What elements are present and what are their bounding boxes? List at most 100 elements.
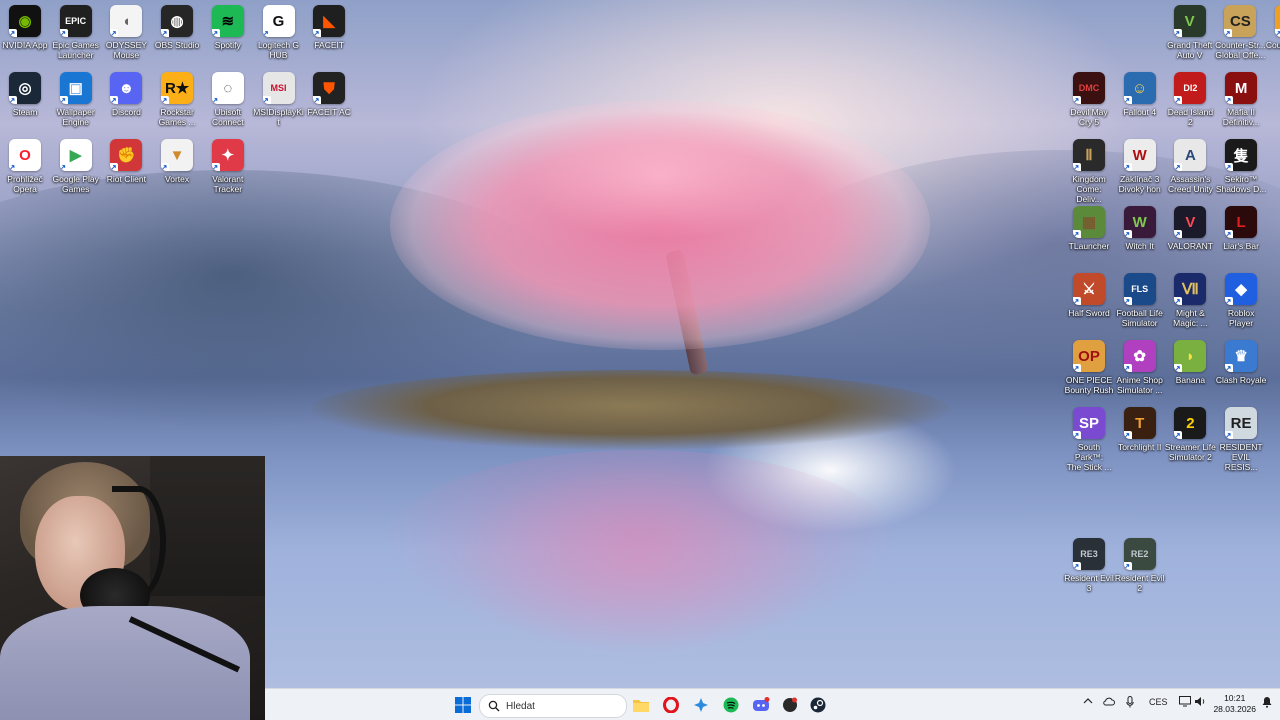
monitor-icon (1179, 696, 1191, 707)
app-icon (783, 697, 797, 712)
taskbar-discord[interactable] (751, 695, 771, 715)
tray-language[interactable]: CES (1149, 697, 1168, 707)
desktop-icon-grand-theft-auto-v[interactable]: V ↗ Grand Theft Auto V (1164, 5, 1216, 60)
desktop-icon-zakl-na-3-divok-hon[interactable]: W ↗ Zaklínač 3 Divoký hon (1114, 139, 1166, 194)
shortcut-arrow-icon: ↗ (211, 96, 220, 104)
desktop-icon-valorant-tracker[interactable]: ✦ ↗ Valorant Tracker (202, 139, 254, 194)
desktop-icon-mafia-ii-definitiv[interactable]: M ↗ Mafia II Definitiv... (1215, 72, 1267, 127)
desktop-icon-logitech-g-hub[interactable]: G ↗ Logitech G HUB (253, 5, 305, 60)
shortcut-arrow-icon: ↗ (1275, 29, 1280, 37)
desktop-icon-label: OBS Studio (154, 40, 200, 50)
desktop-icon-tlauncher[interactable]: ▦ ↗ TLauncher (1063, 206, 1115, 251)
taskbar-app-dark[interactable] (780, 695, 800, 715)
taskbar-spotify[interactable] (721, 695, 741, 715)
desktop-icon-kingdom-come-deliv[interactable]: Ⅱ ↗ Kingdom Come: Deliv... (1063, 139, 1115, 204)
shortcut-arrow-icon: ↗ (9, 163, 17, 171)
desktop-icon-spotify[interactable]: ≋ ↗ Spotify (202, 5, 254, 50)
desktop-icon-riot-client[interactable]: ✊ ↗ Riot Client (100, 139, 152, 184)
liar-s-bar-icon: L ↗ (1225, 206, 1258, 238)
taskbar-steam[interactable] (808, 695, 828, 715)
search-box[interactable] (479, 694, 627, 718)
water-reflection (380, 450, 900, 650)
clock[interactable]: 10:21 28.03.2026 (1213, 693, 1256, 715)
desktop-icon-sekiro-shadows-d[interactable]: 隻 ↗ Sekiro™ Shadows D... (1215, 139, 1267, 194)
desktop-icon-one-piece-bounty-rush[interactable]: OP ↗ ONE PIECE Bounty Rush (1063, 340, 1115, 395)
desktop-icon-torchlight-ii[interactable]: T ↗ Torchlight II (1114, 407, 1166, 452)
desktop-icon-discord[interactable]: ☻ ↗ Discord (100, 72, 152, 117)
desktop-icon-label: Football Life Simulator (1116, 308, 1163, 328)
riot-client-icon: ✊ ↗ (110, 139, 143, 171)
desktop-icon-witch-it[interactable]: W ↗ Witch It (1114, 206, 1166, 251)
desktop-icon-faceit[interactable]: ◣ ↗ FACEIT (303, 5, 355, 50)
taskbar-file-explorer[interactable] (631, 695, 651, 715)
taskbar-opera[interactable] (661, 695, 681, 715)
desktop-icon-fallout-4[interactable]: ☺ ↗ Fallout 4 (1114, 72, 1166, 117)
tray-microphone[interactable] (1126, 696, 1134, 710)
desktop-icon-label: Discord (111, 107, 141, 117)
shortcut-arrow-icon: ↗ (1225, 96, 1234, 104)
desktop-icon-dead-island-2[interactable]: DI2 ↗ Dead Island 2 (1164, 72, 1216, 127)
desktop-icon-valorant[interactable]: V ↗ VALORANT (1164, 206, 1216, 251)
tray-display[interactable] (1179, 696, 1191, 709)
desktop-icon-streamer-life-simulator-2[interactable]: 2 ↗ Streamer Life Simulator 2 (1164, 407, 1216, 462)
kingdom-come-deliv-icon: Ⅱ ↗ (1073, 139, 1105, 171)
desktop-icon-clash-royale[interactable]: ♛ ↗ Clash Royale (1215, 340, 1267, 385)
mafia-ii-definitiv-icon: M ↗ (1225, 72, 1258, 104)
desktop-icon-counter-str-global-offe[interactable]: CS ↗ Counter-Str... Global Offe... (1214, 5, 1266, 60)
desktop-icon-might-magic[interactable]: Ⅶ ↗ Might & Magic: ... (1164, 273, 1216, 328)
desktop-icon-odyssey-mouse[interactable]: ◖ ↗ ODYSSEY Mouse (100, 5, 152, 60)
search-input[interactable] (504, 699, 618, 713)
desktop-icon-half-sword[interactable]: ⚔ ↗ Half Sword (1063, 273, 1115, 318)
desktop-icon-prohl-e-opera[interactable]: O ↗ Prohlížeč Opera (0, 139, 51, 194)
logitech-g-hub-icon: G ↗ (262, 5, 295, 37)
desktop-icon-liar-s-bar[interactable]: L ↗ Liar's Bar (1215, 206, 1267, 251)
desktop-icon-resident-evil-3[interactable]: RE3 ↗ Resident Evil 3 (1063, 538, 1115, 593)
tray-notifications[interactable] (1262, 696, 1272, 710)
desktop-icon-steam[interactable]: ◎ ↗ Steam (0, 72, 51, 117)
desktop-icon-wallpaper-engine[interactable]: ▣ ↗ Wallpaper Engine (50, 72, 102, 127)
desktop-icon-resident-evil-2[interactable]: RE2 ↗ Resident Evil 2 (1114, 538, 1166, 593)
wallpaper-engine-icon: ▣ ↗ (59, 72, 92, 104)
desktop-icon-roblox-player[interactable]: ◆ ↗ Roblox Player (1215, 273, 1267, 328)
odyssey-mouse-icon: ◖ ↗ (110, 5, 143, 37)
desktop-icon-label: Mafia II Definitiv... (1222, 107, 1260, 127)
spotify-icon (723, 697, 739, 713)
desktop-icon-banana[interactable]: ◗ ↗ Banana (1164, 340, 1216, 385)
desktop-icon-label: Spotify (214, 40, 241, 50)
tray-overflow-chevron[interactable] (1083, 697, 1093, 707)
msidisplaykit-icon: MSI ↗ (262, 72, 295, 104)
desktop-icon-label: Might & Magic: ... (1173, 308, 1208, 328)
desktop-icon-resident-evil-resis[interactable]: RE ↗ RESIDENT EVIL RESIS... (1215, 407, 1267, 472)
desktop-icon-label: Wallpaper Engine (56, 107, 95, 127)
desktop-icon-counter-str-2[interactable]: CS↗ Counter-Str... 2 (1265, 5, 1280, 60)
desktop-icon-south-park-the-stick[interactable]: SP ↗ South Park™: The Stick ... (1063, 407, 1115, 472)
desktop-icon-assassin-s-creed-unity[interactable]: A ↗ Assassin's Creed Unity (1164, 139, 1216, 194)
shortcut-arrow-icon: ↗ (1123, 96, 1132, 104)
desktop-icon-msidisplaykit[interactable]: MSI ↗ MSIDisplayKit (253, 72, 305, 127)
desktop-icon-faceit-ac[interactable]: ⛊ ↗ FACEIT AC (303, 72, 355, 117)
desktop-icon-epic-games-launcher[interactable]: EPIC ↗ Epic Games Launcher (50, 5, 102, 60)
taskbar-app-sparkle[interactable] (691, 695, 711, 715)
desktop-icon-label: Torchlight II (1117, 442, 1162, 452)
tray-network[interactable] (1103, 696, 1115, 709)
desktop-icon-vortex[interactable]: ▼ ↗ Vortex (151, 139, 203, 184)
streamer-life-simulator-2-icon: 2 ↗ (1174, 407, 1207, 439)
football-life-simulator-icon: FLS ↗ (1123, 273, 1156, 305)
desktop-icon-football-life-simulator[interactable]: FLS ↗ Football Life Simulator (1114, 273, 1166, 328)
spotify-icon: ≋ ↗ (211, 5, 244, 37)
counter-str-global-offe-icon: CS ↗ (1224, 5, 1257, 37)
desktop-icon-obs-studio[interactable]: ◍ ↗ OBS Studio (151, 5, 203, 50)
shortcut-arrow-icon: ↗ (161, 29, 170, 37)
sparkle-icon (694, 698, 708, 712)
desktop-icon-google-play-games[interactable]: ▶ ↗ Google Play Games (50, 139, 102, 194)
tray-volume[interactable] (1194, 696, 1206, 709)
desktop-icon-nvidia-app[interactable]: ◉ ↗ NVIDIA App (0, 5, 51, 50)
shortcut-arrow-icon: ↗ (161, 163, 170, 171)
desktop-icon-label: Banana (1175, 375, 1206, 385)
desktop-icon-ubisoft-connect[interactable]: ◌ ↗ Ubisoft Connect (202, 72, 254, 127)
desktop-icon-anime-shop-simulator[interactable]: ✿ ↗ Anime Shop Simulator ... (1114, 340, 1166, 395)
shortcut-arrow-icon: ↗ (1174, 297, 1183, 305)
desktop-icon-devil-may-cry-5[interactable]: DMC ↗ Devil May Cry 5 (1063, 72, 1115, 127)
desktop-icon-rockstar-games[interactable]: R★ ↗ Rockstar Games ... (151, 72, 203, 127)
start-button[interactable] (453, 695, 473, 715)
